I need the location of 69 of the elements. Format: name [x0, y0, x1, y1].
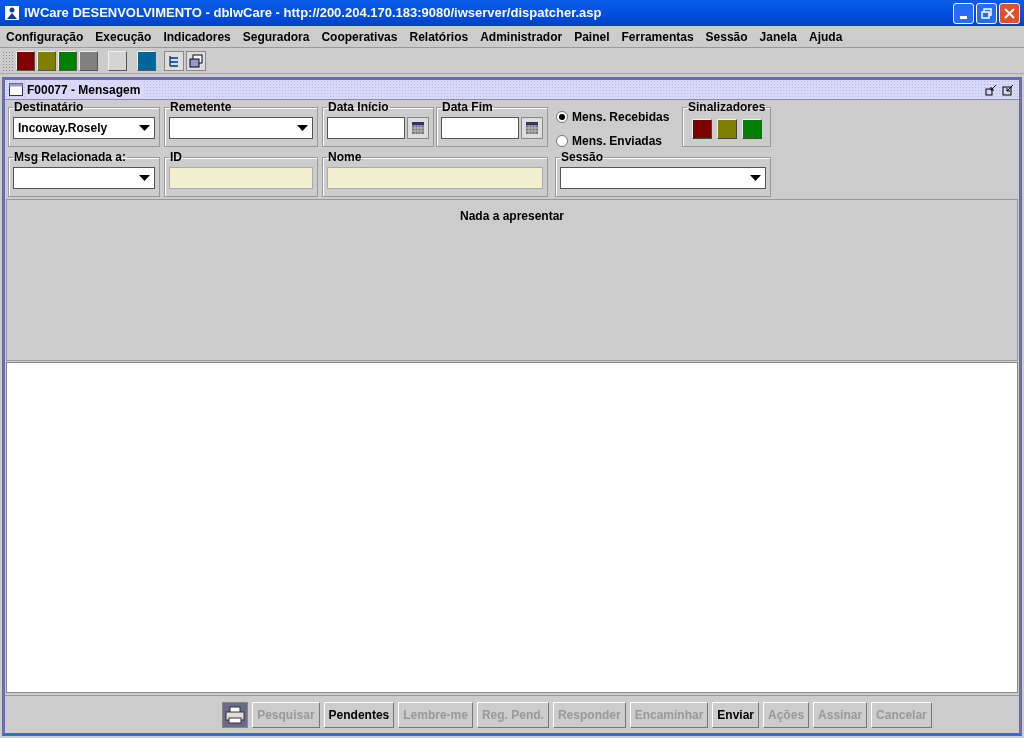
- menu-item[interactable]: Configuração: [6, 27, 84, 46]
- field-label: Data Fim: [441, 101, 494, 114]
- dropdown-field[interactable]: [169, 117, 313, 139]
- close-button[interactable]: [999, 2, 1020, 24]
- menu-item[interactable]: Indicadores: [163, 27, 231, 46]
- dropdown-arrow-icon: [139, 125, 150, 131]
- color-swatch-button[interactable]: [58, 50, 77, 71]
- color-swatch-button[interactable]: [137, 50, 156, 71]
- color-swatch-button[interactable]: [108, 50, 127, 71]
- minimize-button[interactable]: [953, 2, 974, 24]
- flag-button[interactable]: [741, 119, 762, 139]
- tree-button[interactable]: [164, 50, 184, 71]
- calendar-grid-icon: [525, 121, 539, 135]
- dropdown-arrow-icon: [750, 175, 761, 181]
- action-button[interactable]: Pendentes: [323, 701, 395, 728]
- windows-button[interactable]: [186, 50, 206, 71]
- flag-button[interactable]: [691, 119, 712, 139]
- dropdown-arrow-icon: [297, 125, 308, 131]
- field-label: Msg Relacionada a:: [13, 151, 128, 164]
- window-icon: [9, 83, 23, 96]
- menu-item[interactable]: Sessão: [705, 27, 748, 46]
- window-title: IWCare DESENVOLVIMENTO - dbIwCare - http://200.204.170.183:9080/iwserver/dispatcher.asp: [24, 4, 602, 23]
- menu-item[interactable]: Relatórios: [409, 27, 469, 46]
- menu-item[interactable]: Execução: [95, 27, 152, 46]
- color-swatch-button[interactable]: [37, 50, 56, 71]
- menu-item[interactable]: Ferramentas: [621, 27, 694, 46]
- toolbar-grip: [2, 50, 14, 71]
- color-swatch-button[interactable]: [16, 50, 35, 71]
- date-field[interactable]: [327, 117, 405, 139]
- printer-icon: [225, 705, 246, 724]
- field-label: Sessão: [560, 151, 605, 164]
- menu-item[interactable]: Ajuda: [808, 27, 843, 46]
- windows-stack-icon: [189, 53, 203, 68]
- field-label: Data Início: [327, 101, 390, 114]
- app-icon: [4, 5, 20, 21]
- menu-item[interactable]: Painel: [574, 27, 610, 46]
- menu-item[interactable]: Administrador: [480, 27, 563, 46]
- menu-item[interactable]: Cooperativas: [321, 27, 398, 46]
- field-label: Sinalizadores: [687, 101, 767, 114]
- frame-title: F00077 - Mensagem: [27, 80, 145, 99]
- restore-icon: [981, 7, 992, 19]
- radio-label[interactable]: Mens. Enviadas: [572, 132, 663, 150]
- calendar-button[interactable]: [521, 117, 543, 139]
- date-field[interactable]: [441, 117, 519, 139]
- dropdown-field[interactable]: [560, 167, 766, 189]
- radio-button[interactable]: [556, 111, 568, 123]
- calendar-button[interactable]: [407, 117, 429, 139]
- restore-button[interactable]: [976, 2, 997, 24]
- action-button[interactable]: Enviar: [712, 701, 760, 728]
- empty-message: Nada a apresentar: [459, 208, 565, 225]
- menu-item[interactable]: Seguradora: [242, 27, 310, 46]
- flag-button[interactable]: [716, 119, 737, 139]
- maximize-icon[interactable]: [1002, 83, 1015, 96]
- dropdown-arrow-icon: [139, 175, 150, 181]
- tree-lines-icon: [168, 54, 180, 67]
- color-swatch-button[interactable]: [79, 50, 98, 71]
- print-button[interactable]: [222, 701, 249, 728]
- field-label: Remetente: [169, 101, 233, 114]
- close-icon: [1004, 7, 1015, 19]
- field-label: Nome: [327, 151, 363, 164]
- calendar-grid-icon: [411, 121, 425, 135]
- minimize-icon[interactable]: [985, 83, 998, 96]
- dropdown-field[interactable]: [13, 167, 155, 189]
- menu-item[interactable]: Janela: [759, 27, 797, 46]
- field-label: ID: [169, 151, 183, 164]
- radio-button[interactable]: [556, 135, 568, 147]
- dropdown-field[interactable]: Incoway.Rosely: [13, 117, 155, 139]
- radio-label[interactable]: Mens. Recebidas: [572, 108, 670, 126]
- field-label: Destinatário: [13, 101, 85, 114]
